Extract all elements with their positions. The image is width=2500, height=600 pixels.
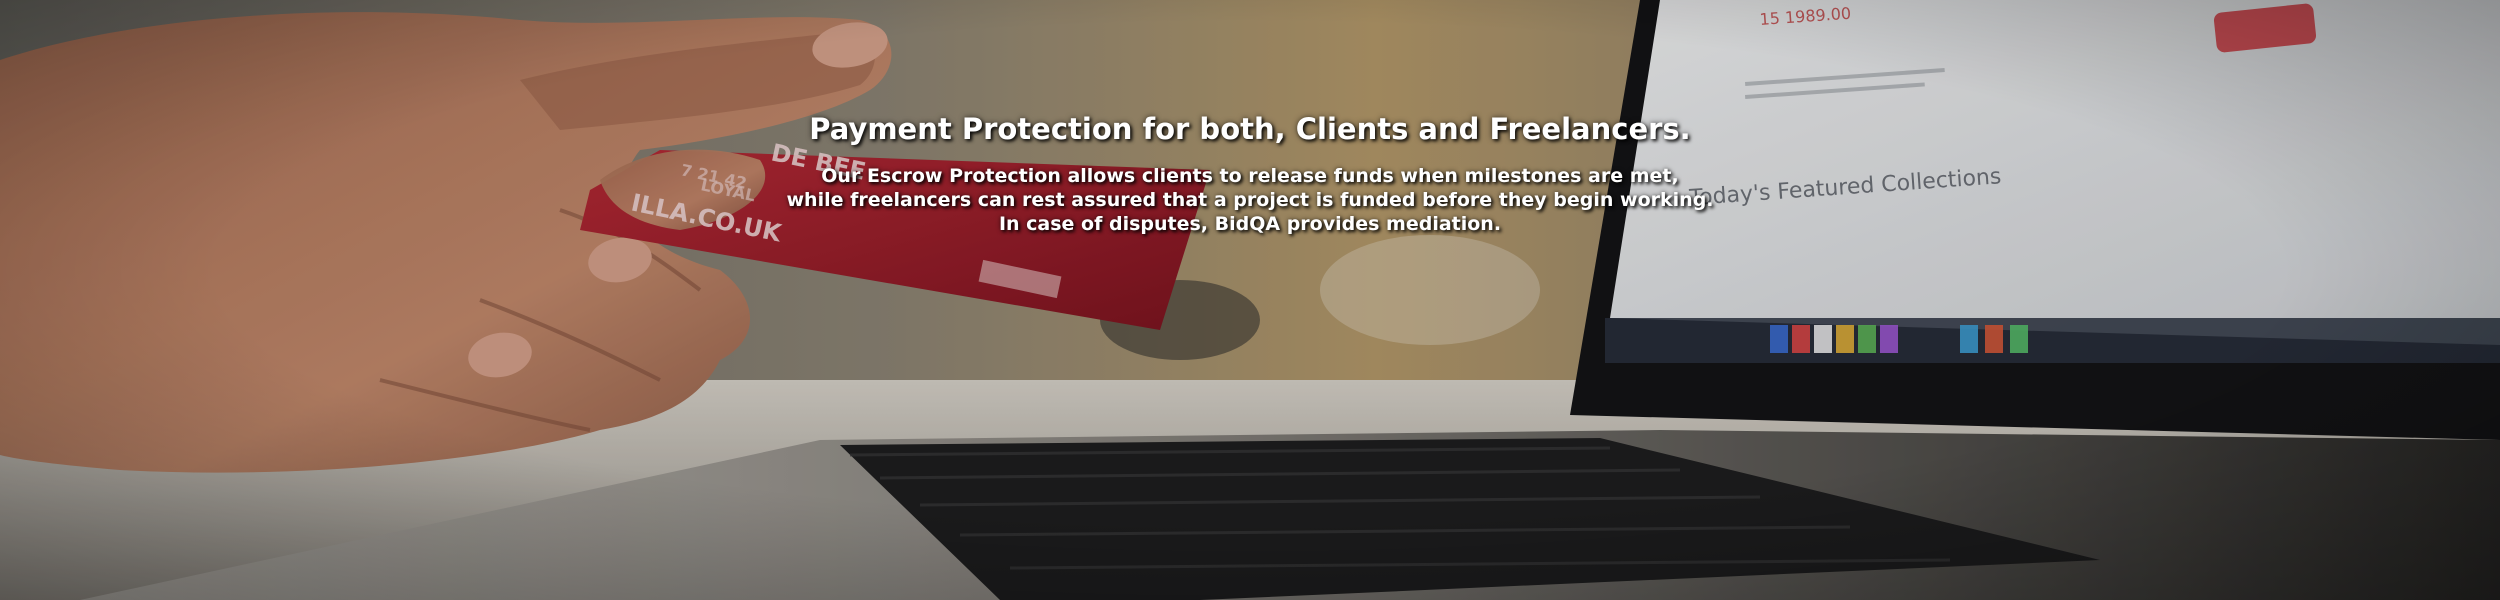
hero-description-line: Our Escrow Protection allows clients to … [821,165,1679,187]
photo-vignette [0,0,2500,600]
hero-banner: 15 1989.00 Today's Featured Collections [0,0,2500,600]
hero-caption: Payment Protection for both, Clients and… [0,110,2500,236]
hero-title: Payment Protection for both, Clients and… [809,112,1691,146]
hero-description-line: while freelancers can rest assured that … [786,189,1714,211]
hero-description-line: In case of disputes, BidQA provides medi… [998,213,1502,235]
hero-background-photo: 15 1989.00 Today's Featured Collections [0,0,2500,600]
hero-description: Our Escrow Protection allows clients to … [0,164,2500,236]
